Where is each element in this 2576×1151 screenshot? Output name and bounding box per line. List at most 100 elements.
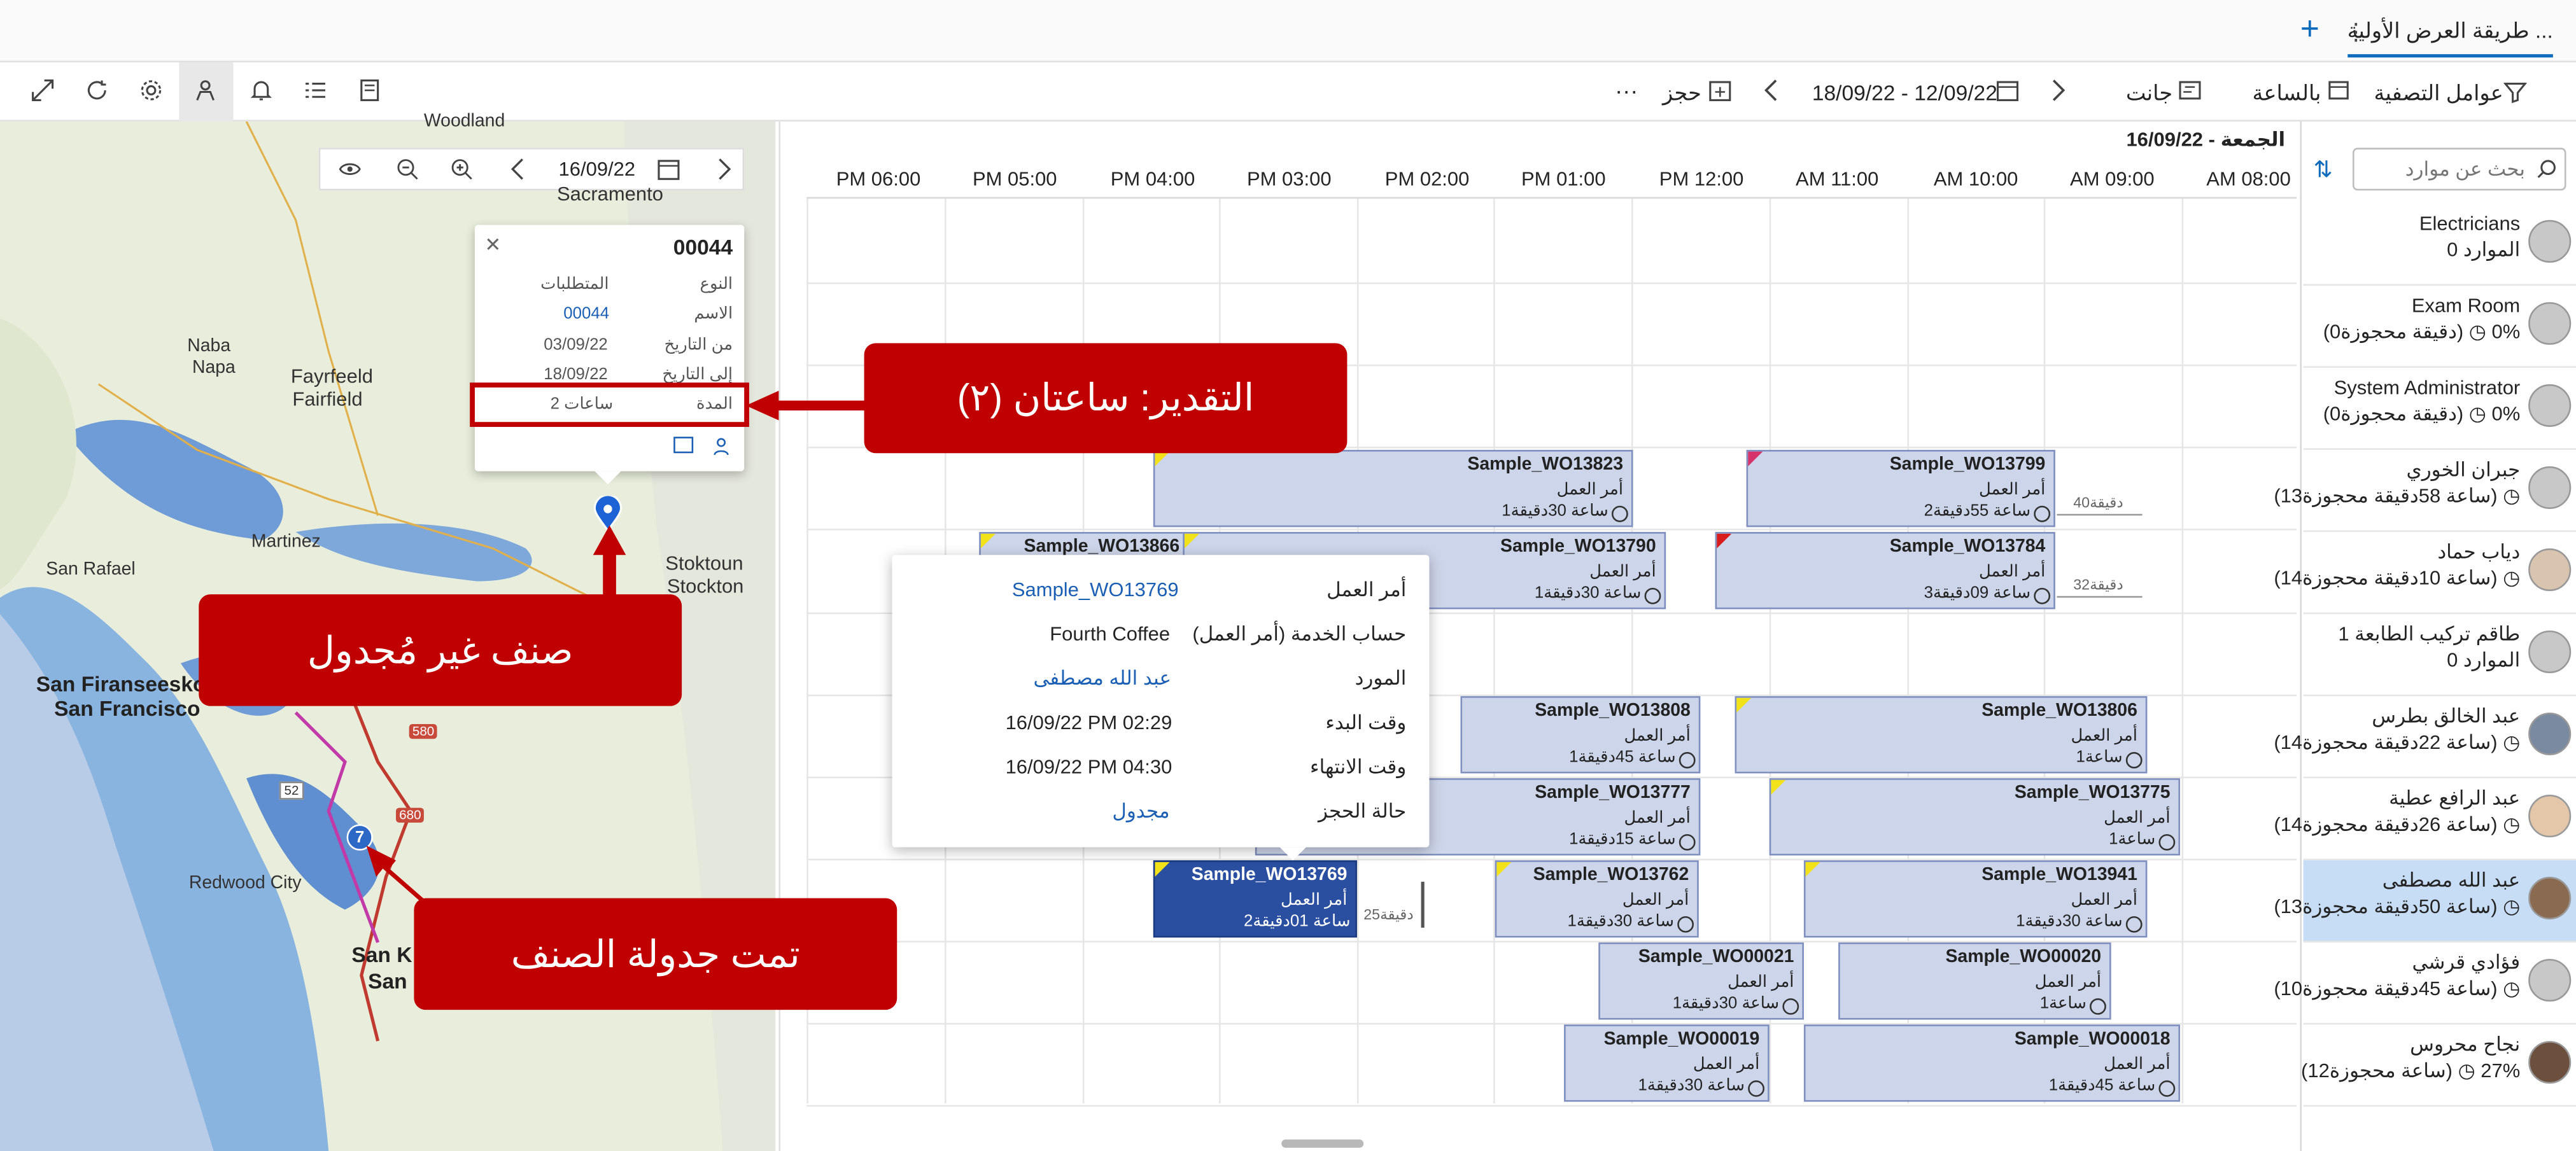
booking-title: Sample_WO13799	[1889, 454, 2046, 475]
resource-name: عبد الخالق بطرس	[2372, 704, 2521, 728]
popup-book-icon[interactable]	[673, 436, 694, 454]
gantt-icon[interactable]	[2177, 77, 2203, 103]
popup-title: 00044	[673, 235, 733, 260]
popup-value: 03/09/22	[544, 337, 608, 355]
clock-icon	[1782, 998, 1799, 1015]
toolbar-more-button[interactable]: ···	[1615, 77, 1638, 103]
zoom-in-icon[interactable]	[449, 156, 475, 182]
resource-search[interactable]	[2352, 148, 2566, 191]
sort-icon[interactable]: ⇅	[2310, 155, 2336, 184]
booking-card[interactable]: Sample_WO00018 أمر العمل 1ساعة 45دقيقة	[1803, 1024, 2180, 1102]
clock-icon	[2125, 751, 2143, 769]
add-view-button[interactable]: +	[2293, 11, 2326, 47]
resource-name: دياب حماد	[2437, 540, 2521, 564]
booking-card[interactable]: Sample_WO13941 أمر العمل 1ساعة 30دقيقة	[1803, 860, 2148, 938]
booking-card[interactable]: Sample_WO13808 أمر العمل 1ساعة 45دقيقة	[1460, 696, 1701, 774]
booking-type: أمر العمل	[2104, 1056, 2171, 1074]
schedule-scrollbar[interactable]	[1281, 1139, 1364, 1148]
bell-icon[interactable]	[248, 77, 274, 103]
popup-close-icon[interactable]: ✕	[484, 233, 501, 256]
booking-duration: 1ساعة	[2109, 830, 2156, 849]
travel-time: 25دقيقة	[1363, 906, 1414, 923]
travel-time: 32دقيقة	[2073, 576, 2123, 593]
booking-card[interactable]: Sample_WO00021 أمر العمل 1ساعة 30دقيقة	[1598, 942, 1804, 1020]
unscheduled-arrow	[593, 525, 626, 598]
city-label: San	[368, 968, 407, 994]
resource-row[interactable]: جبران الخوري (13ساعة 58دقيقة محجوزة) ◷	[2274, 450, 2576, 533]
list-icon[interactable]	[302, 77, 328, 103]
board-icon[interactable]	[358, 77, 384, 103]
booking-title: Sample_WO13775	[2014, 783, 2171, 803]
book-button[interactable]: حجز	[1663, 80, 1701, 106]
resource-name: Exam Room	[2411, 293, 2521, 317]
gantt-button[interactable]: جانت	[2126, 80, 2172, 106]
requirement-popup: ✕ 00044 النوع المتطلبات الاسم 00044 من ا…	[474, 225, 745, 471]
resource-row[interactable]: نجاح محروس (12ساعة محجوزة) ◷ 27%	[2301, 1024, 2576, 1107]
resource-search-input[interactable]	[2354, 149, 2532, 189]
zoom-out-icon[interactable]	[394, 156, 420, 182]
resource-summary: (0دقيقة محجوزة) ◷ 0%	[2323, 402, 2521, 426]
tooltip-value: 16/09/22 PM 04:30	[1005, 755, 1172, 779]
resource-row[interactable]: عبد الخالق بطرس (14ساعة 22دقيقة محجوزة) ◷	[2274, 696, 2576, 779]
chevron-right-icon[interactable]	[2047, 76, 2070, 105]
resource-row[interactable]: Exam Room (0دقيقة محجوزة) ◷ 0%	[2303, 286, 2576, 368]
calendar-clock-icon[interactable]	[2326, 77, 2353, 103]
booking-duration: 1ساعة 15دقيقة	[1569, 830, 1676, 849]
scheduled-arrow	[366, 846, 442, 915]
date-range[interactable]: 18/09/22 - 12/09/22	[1812, 80, 1997, 105]
booking-card[interactable]: Sample_WO13806 أمر العمل 1ساعة	[1735, 696, 2148, 774]
tooltip-workorder-link[interactable]: Sample_WO13769	[1012, 578, 1179, 601]
booking-card-selected[interactable]: Sample_WO13769 أمر العمل 2ساعة 01دقيقة	[1153, 860, 1357, 938]
clock-icon	[2034, 587, 2051, 604]
booking-duration: 1ساعة 45دقيقة	[2048, 1077, 2156, 1096]
settings-icon[interactable]	[138, 77, 164, 103]
booking-duration: 1ساعة	[2039, 994, 2087, 1014]
estimate-callout: التقدير: ساعتان (٢)	[864, 343, 1348, 454]
booking-card[interactable]: Sample_WO13799 أمر العمل 2ساعة 55دقيقة	[1746, 450, 2055, 527]
city-label: Martinez	[251, 532, 321, 552]
map-date[interactable]: 16/09/22	[559, 158, 636, 181]
booking-card[interactable]: Sample_WO13823 أمر العمل 1ساعة 30دقيقة	[1153, 450, 1633, 527]
highway-shield: 680	[396, 807, 425, 823]
view-tab[interactable]: طريقة العرض الأولية ...	[2347, 18, 2553, 58]
group-avatar	[2528, 630, 2572, 674]
map-person-icon[interactable]	[192, 77, 218, 103]
refresh-icon[interactable]	[84, 77, 110, 103]
map-prev-icon[interactable]	[506, 156, 529, 182]
resource-row-selected[interactable]: عبد الله مصطفى (13ساعة 50دقيقة محجوزة) ◷	[2274, 860, 2576, 943]
filter-icon[interactable]	[2502, 79, 2528, 105]
popup-assign-icon[interactable]	[712, 435, 731, 456]
map-next-icon[interactable]	[713, 156, 736, 182]
popup-value: 18/09/22	[544, 366, 608, 384]
resize-handle[interactable]	[1421, 881, 1425, 928]
booking-card[interactable]: Sample_WO00019 أمر العمل 1ساعة 30دقيقة	[1564, 1024, 1770, 1102]
booking-card[interactable]: Sample_WO00020 أمر العمل 1ساعة	[1838, 942, 2111, 1020]
chevron-left-icon[interactable]	[1759, 76, 1782, 105]
calendar-icon[interactable]	[1994, 77, 2020, 103]
top-tab-bar	[0, 0, 2576, 63]
tooltip-status-link[interactable]: مجدول	[1112, 800, 1169, 823]
eye-icon[interactable]	[337, 156, 363, 182]
map-calendar-icon[interactable]	[656, 156, 682, 182]
hourly-button[interactable]: بالساعة	[2253, 80, 2321, 106]
avatar	[2528, 795, 2572, 838]
expand-icon[interactable]	[29, 77, 55, 103]
avatar	[2528, 712, 2572, 756]
tooltip-resource-link[interactable]: عبد الله مصطفى	[1033, 667, 1171, 690]
book-icon[interactable]	[1707, 77, 1733, 103]
resource-row[interactable]: System Administrator (0دقيقة محجوزة) ◷ 0%	[2303, 368, 2576, 450]
popup-name-link[interactable]: 00044	[563, 305, 609, 323]
resource-summary: (14ساعة 10دقيقة محجوزة) ◷	[2274, 566, 2521, 590]
grid-line	[1493, 199, 1495, 1104]
filter-button[interactable]: عوامل التصفية	[2374, 80, 2503, 106]
resource-row[interactable]: دياب حماد (14ساعة 10دقيقة محجوزة) ◷	[2274, 532, 2576, 615]
booking-card[interactable]: Sample_WO13784 أمر العمل 3ساعة 09دقيقة	[1715, 532, 2055, 610]
booking-card[interactable]: Sample_WO13775 أمر العمل 1ساعة	[1769, 778, 2180, 856]
resource-row[interactable]: عبد الرافع عطية (14ساعة 26دقيقة محجوزة) ◷	[2274, 778, 2576, 861]
resource-row[interactable]: Electricians 0 الموارد	[2303, 204, 2576, 286]
booking-card[interactable]: Sample_WO13762 أمر العمل 1ساعة 30دقيقة	[1495, 860, 1699, 938]
resource-row[interactable]: طاقم تركيب الطابعة 10 الموارد	[2303, 614, 2576, 697]
more-icon[interactable]: ⋮	[2344, 17, 2367, 46]
tooltip-label: المورد	[1355, 666, 1407, 690]
resource-row[interactable]: فؤادي قرشي (10ساعة 45دقيقة محجوزة) ◷	[2274, 942, 2576, 1025]
